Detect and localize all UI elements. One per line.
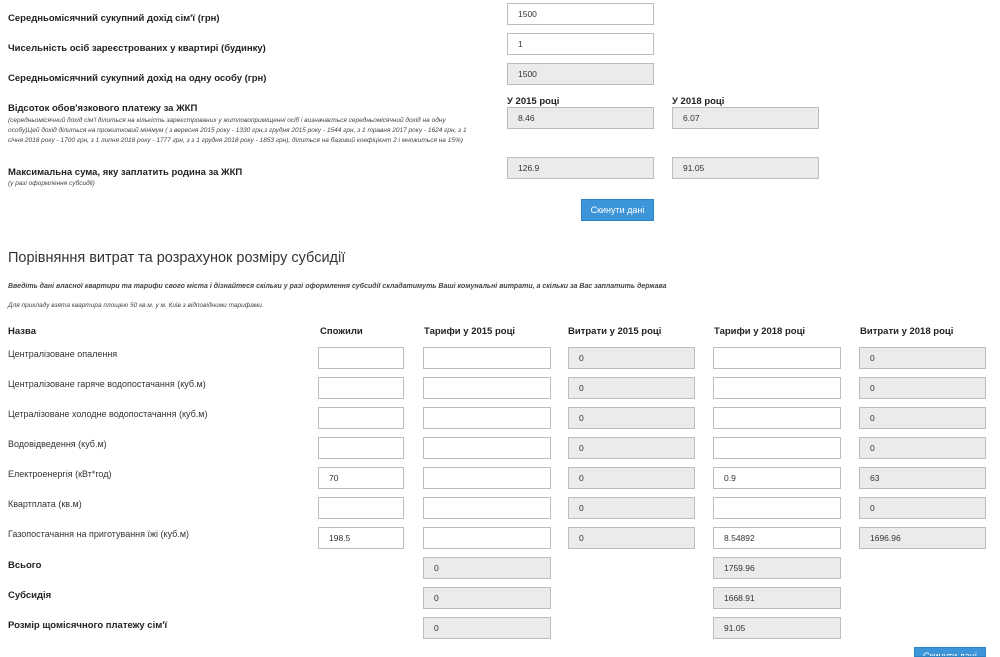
cost-2018-output: 0 [859, 407, 986, 429]
total-2015-output: 0 [423, 557, 551, 579]
col-header-tariff-2018: Тарифи у 2018 році [714, 326, 806, 337]
tariff-2015-input[interactable] [423, 527, 551, 549]
col-header-tariff-2015: Тарифи у 2015 році [424, 326, 516, 337]
subsidy-2018-output: 1668.91 [713, 587, 841, 609]
year-2018-label: У 2018 році [672, 96, 725, 107]
total-2018-output: 1759.96 [713, 557, 841, 579]
percent-2018-output: 6.07 [672, 107, 819, 129]
cost-2015-output: 0 [568, 497, 695, 519]
cost-2015-output: 0 [568, 407, 695, 429]
tariff-2018-input[interactable] [713, 497, 841, 519]
percent-2015-output: 8.46 [507, 107, 654, 129]
persons-label: Чисельність осіб зареєстрованих у кварти… [8, 43, 266, 54]
col-header-name: Назва [8, 326, 36, 337]
per-person-label: Середньомісячний сукупний дохід на одну … [8, 73, 267, 84]
payment-label: Розмір щомісячного платежу сім'ї [8, 620, 168, 631]
subsidy-label: Субсидія [8, 590, 52, 601]
percent-note: (середньомісячний дохід сім'ї ділиться н… [8, 117, 467, 144]
tariff-2015-input[interactable] [423, 377, 551, 399]
consumed-input[interactable] [318, 437, 404, 459]
income-label: Середньомісячний сукупний дохід сім'ї (г… [8, 13, 220, 24]
col-header-cost-2015: Витрати у 2015 році [568, 326, 662, 337]
percent-label: Відсоток обов'язкового платежу за ЖКП [8, 103, 198, 114]
row-label: Водовідведення (куб.м) [8, 439, 107, 449]
tariff-2018-input[interactable] [713, 437, 841, 459]
section-title: Порівняння витрат та розрахунок розміру … [8, 250, 346, 266]
col-header-cost-2018: Витрати у 2018 році [860, 326, 954, 337]
cost-2018-output: 0 [859, 377, 986, 399]
cost-2015-output: 0 [568, 347, 695, 369]
cost-2018-output: 0 [859, 347, 986, 369]
row-label: Квартплата (кв.м) [8, 499, 82, 509]
col-header-consumed: Спожили [320, 326, 363, 337]
consumed-input[interactable] [318, 347, 404, 369]
tariff-2015-input[interactable] [423, 437, 551, 459]
row-label: Централізоване гаряче водопостачання (ку… [8, 379, 206, 389]
max-2018-output: 91.05 [672, 157, 819, 179]
per-person-output: 1500 [507, 63, 654, 85]
cost-2018-output: 1696.96 [859, 527, 986, 549]
tariff-2015-input[interactable] [423, 407, 551, 429]
consumed-input[interactable] [318, 407, 404, 429]
cost-2015-output: 0 [568, 437, 695, 459]
tariff-2018-input[interactable] [713, 347, 841, 369]
income-input[interactable]: 1500 [507, 3, 654, 25]
consumed-input[interactable]: 198.5 [318, 527, 404, 549]
cost-2015-output: 0 [568, 467, 695, 489]
cost-2018-output: 0 [859, 437, 986, 459]
consumed-input[interactable] [318, 497, 404, 519]
subsidy-2015-output: 0 [423, 587, 551, 609]
row-label: Електроенергія (кВт*год) [8, 469, 112, 479]
reset-table-button[interactable]: Скинути дані [914, 647, 986, 657]
cost-2015-output: 0 [568, 527, 695, 549]
reset-button[interactable]: Скинути дані [581, 199, 654, 221]
payment-2015-output: 0 [423, 617, 551, 639]
payment-2018-output: 91.05 [713, 617, 841, 639]
section-example: Для прикладу взята квартира площею 50 кв… [8, 302, 264, 309]
tariff-2015-input[interactable] [423, 467, 551, 489]
tariff-2018-input[interactable]: 8.54892 [713, 527, 841, 549]
tariff-2015-input[interactable] [423, 347, 551, 369]
persons-input[interactable]: 1 [507, 33, 654, 55]
max-label: Максимальна сума, яку заплатить родина з… [8, 167, 243, 178]
section-intro: Введіть дані власної квартири та тарифи … [8, 283, 667, 290]
year-2015-label: У 2015 році [507, 96, 560, 107]
consumed-input[interactable]: 70 [318, 467, 404, 489]
row-label: Цетралізоване холодне водопостачання (ку… [8, 409, 208, 419]
tariff-2018-input[interactable] [713, 377, 841, 399]
row-label: Газопостачання на приготування їжі (куб.… [8, 529, 190, 539]
max-2015-output: 126.9 [507, 157, 654, 179]
row-label: Централізоване опалення [8, 349, 118, 359]
cost-2018-output: 0 [859, 497, 986, 519]
total-label: Всього [8, 560, 42, 571]
consumed-input[interactable] [318, 377, 404, 399]
tariff-2018-input[interactable] [713, 407, 841, 429]
cost-2015-output: 0 [568, 377, 695, 399]
cost-2018-output: 63 [859, 467, 986, 489]
tariff-2018-input[interactable]: 0.9 [713, 467, 841, 489]
tariff-2015-input[interactable] [423, 497, 551, 519]
max-note: (у разі оформлення субсидії) [8, 180, 95, 187]
